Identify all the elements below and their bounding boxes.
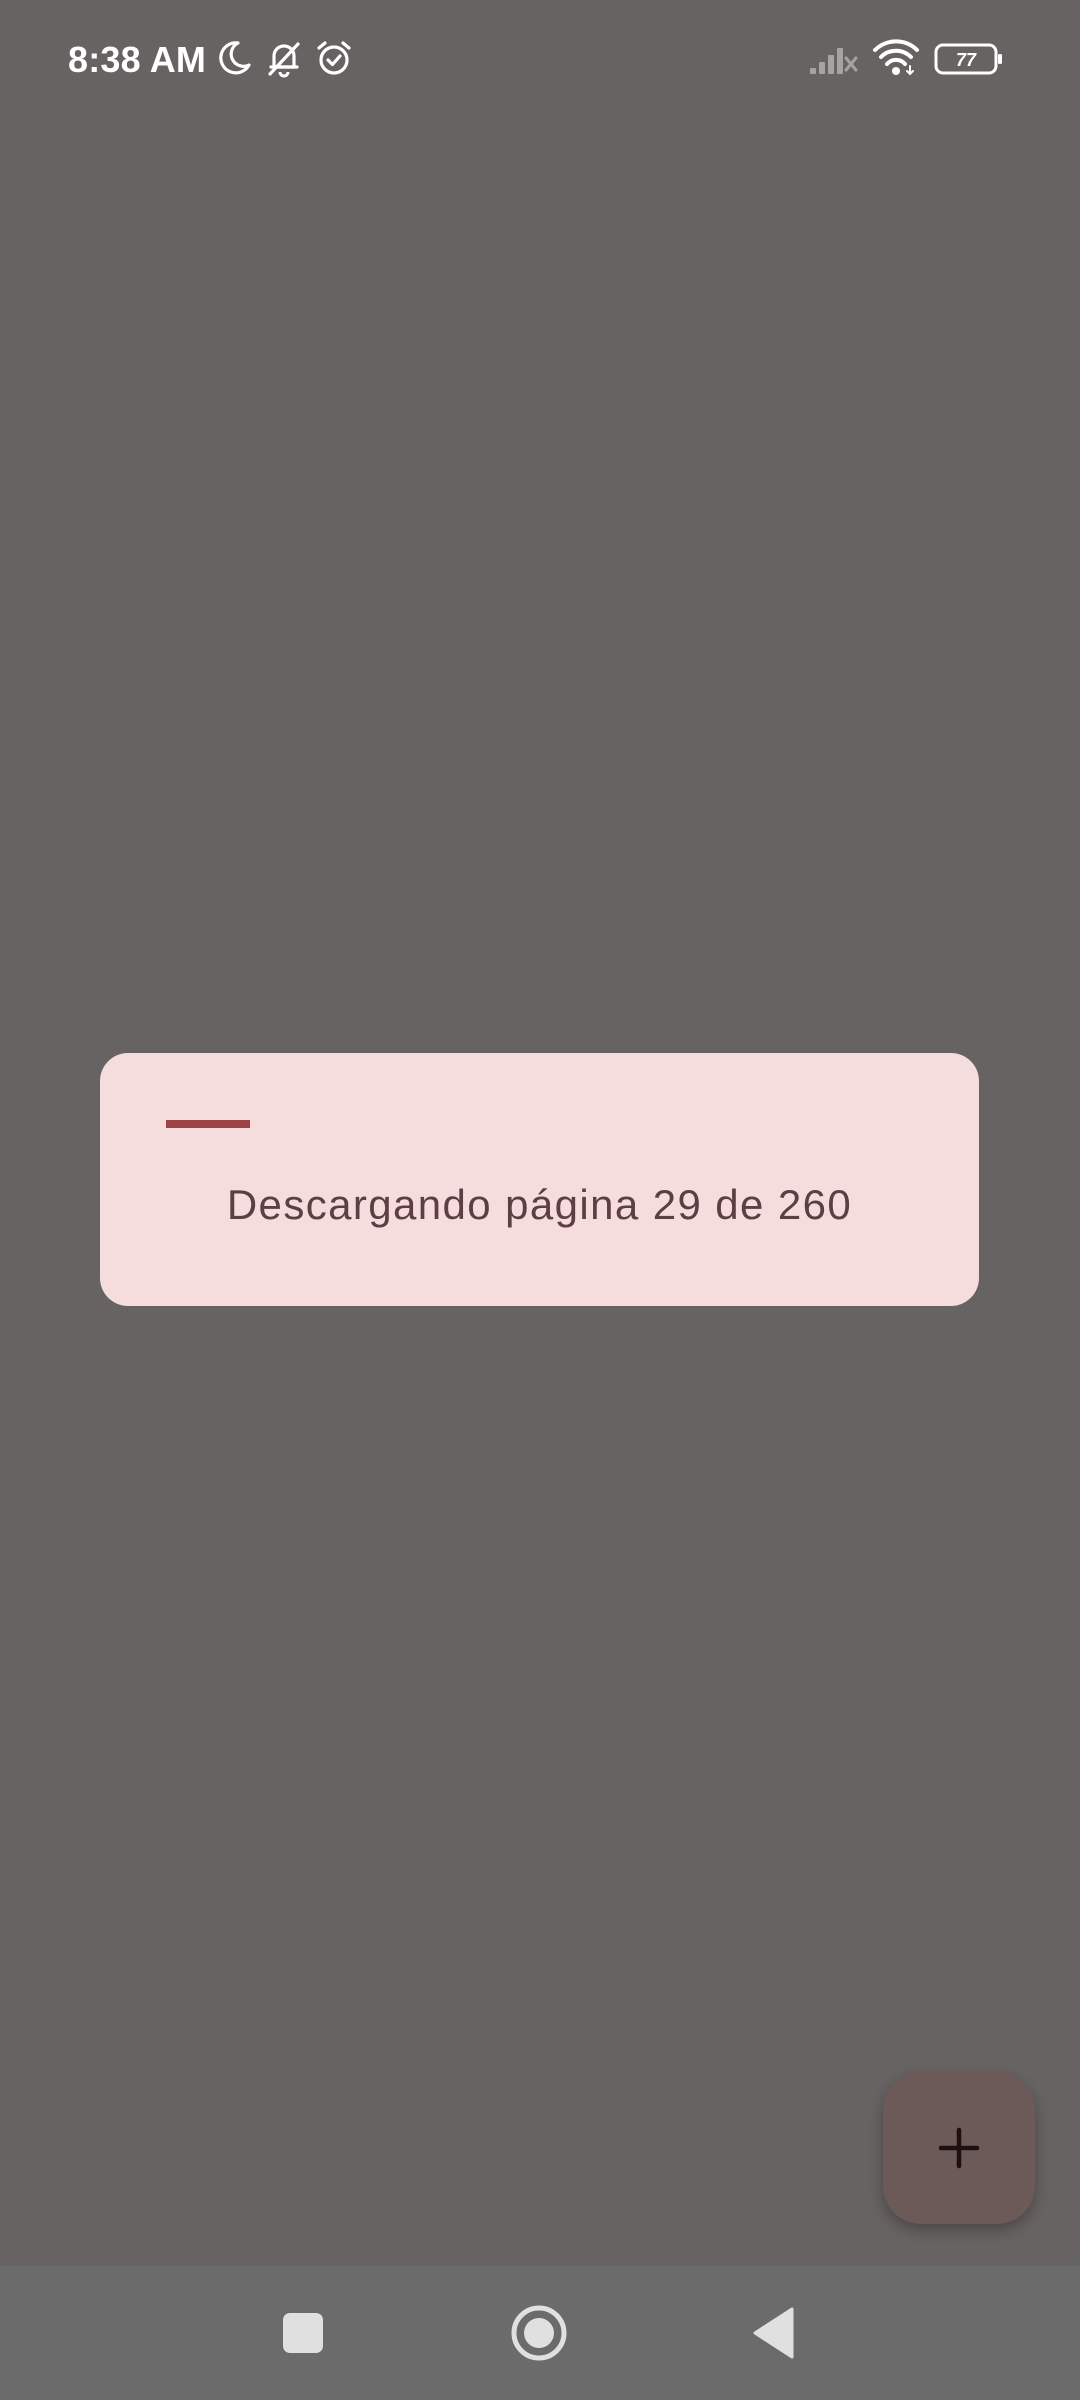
signal-icon [810, 48, 858, 74]
bell-off-icon [268, 42, 300, 78]
wifi-icon [873, 39, 919, 76]
navigation-bar [0, 2266, 1080, 2400]
status-time: 8:38 AM [68, 39, 207, 80]
back-triangle-icon [753, 2307, 794, 2359]
add-button[interactable] [883, 2072, 1035, 2224]
battery-icon: 77 [934, 43, 1002, 75]
home-button[interactable] [500, 2294, 578, 2372]
progress-dialog: Descargando página 29 de 260 [100, 1053, 979, 1306]
moon-icon [219, 41, 251, 75]
alarm-icon [317, 41, 351, 75]
recents-button[interactable] [264, 2294, 342, 2372]
download-progress-message: Descargando página 29 de 260 [226, 1181, 853, 1228]
back-button[interactable] [736, 2294, 814, 2372]
status-bar: 8:38 AM 77 [0, 0, 1080, 120]
battery-level: 77 [956, 50, 977, 70]
home-circle-icon [511, 2305, 567, 2361]
progress-indicator [166, 1120, 250, 1128]
plus-icon [938, 2127, 980, 2169]
square-icon [283, 2313, 323, 2353]
